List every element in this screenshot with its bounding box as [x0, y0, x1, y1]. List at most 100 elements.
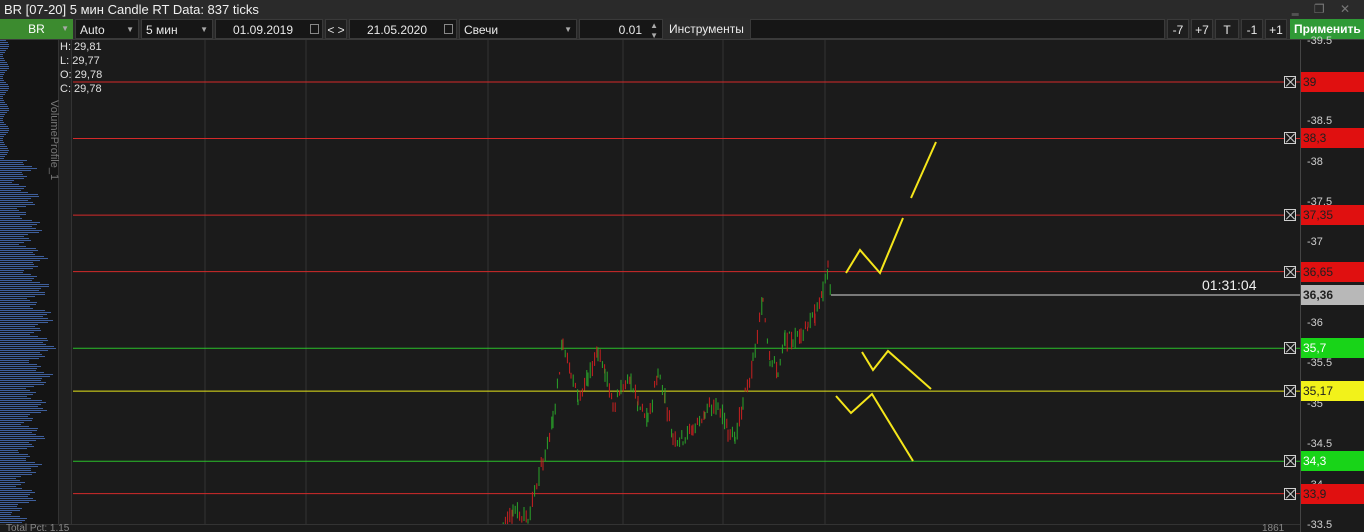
volume-profile-bar — [0, 494, 30, 495]
volume-profile-bar — [0, 326, 35, 327]
volume-profile-bar — [0, 376, 51, 377]
volume-profile-bar — [0, 158, 4, 159]
volume-profile-bar — [0, 360, 30, 361]
step-spinner[interactable]: 0.01 ▲ ▼ — [579, 19, 663, 40]
volume-profile-bar — [0, 48, 9, 49]
volume-profile-bar — [0, 140, 4, 141]
date-from-field[interactable]: 01.09.2019 — [215, 19, 323, 39]
volume-profile-bar — [0, 160, 28, 161]
title-bar: BR [07-20] 5 мин Candle RT Data: 837 tic… — [0, 0, 1364, 18]
volume-profile-bar — [0, 170, 31, 171]
volume-profile-bar — [0, 450, 18, 451]
instruments-field[interactable] — [750, 19, 1165, 39]
volume-profile-bar — [0, 348, 56, 349]
chart-type-dropdown[interactable]: Свечи ▼ — [459, 19, 577, 39]
window-title: BR [07-20] 5 мин Candle RT Data: 837 tic… — [4, 2, 259, 17]
volume-profile-bar — [0, 396, 28, 397]
level-price-badge[interactable]: 35,7 — [1301, 338, 1364, 359]
close-icon[interactable] — [1284, 209, 1296, 222]
shift-plus1-label: +1 — [1269, 23, 1283, 37]
volume-profile-bar — [0, 462, 35, 463]
instruments-button[interactable]: Инструменты — [665, 19, 750, 39]
level-price-badge[interactable]: 34,3 — [1301, 451, 1364, 472]
volume-profile-bar — [0, 258, 48, 259]
close-icon[interactable] — [1284, 385, 1296, 398]
calendar-icon[interactable] — [444, 24, 453, 34]
volume-profile-bar — [0, 98, 4, 99]
volume-profile-bar — [0, 342, 44, 343]
volume-profile-bar — [0, 70, 8, 71]
volume-profile-bar — [0, 270, 24, 271]
volume-profile-bar — [0, 250, 38, 251]
chevron-down-icon: ▼ — [61, 24, 69, 33]
scenario-drawing — [861, 349, 932, 390]
volume-profile-bar — [0, 486, 17, 487]
level-price-badge[interactable]: 38,3 — [1301, 128, 1364, 149]
date-to-field[interactable]: 21.05.2020 — [349, 19, 457, 39]
volume-profile-bar — [0, 460, 26, 461]
chart-type-value: Свечи — [464, 23, 499, 37]
volume-profile-bar — [0, 370, 36, 371]
close-icon[interactable] — [1284, 342, 1296, 355]
volume-profile-bar — [0, 286, 49, 287]
shift-minus1-button[interactable]: -1 — [1241, 19, 1263, 39]
volume-profile-bar — [0, 118, 4, 119]
volume-profile-bar — [0, 244, 20, 245]
volume-profile-bar — [0, 488, 22, 489]
volume-profile-bar — [0, 144, 6, 145]
close-icon[interactable] — [1284, 265, 1296, 278]
volume-profile-bar — [0, 298, 28, 299]
close-icon[interactable] — [1284, 132, 1296, 145]
volume-profile-bar — [0, 464, 43, 465]
window-controls[interactable]: ‗ ❐ ✕ — [1292, 2, 1356, 16]
volume-profile-bar — [0, 334, 31, 335]
volume-profile-bar — [0, 212, 26, 213]
price-axis[interactable]: -39.5-38.5-38-37.5-37-36-35.5-35-34.5-34… — [1300, 35, 1364, 532]
calendar-icon[interactable] — [310, 24, 319, 34]
volume-profile-bar — [0, 114, 6, 115]
level-price-badge[interactable]: 37,35 — [1301, 205, 1364, 226]
volume-profile-bar — [0, 166, 33, 167]
volume-profile-bar — [0, 248, 36, 249]
volume-profile-bar — [0, 410, 48, 411]
timeframe-dropdown[interactable]: 5 мин ▼ — [141, 19, 213, 39]
volume-profile-bar — [0, 50, 7, 51]
level-price-badge[interactable]: 39 — [1301, 72, 1364, 92]
volume-profile-bar — [0, 196, 39, 197]
profile-separator[interactable] — [58, 40, 72, 532]
close-icon[interactable] — [1284, 76, 1296, 88]
volume-profile-bar — [0, 452, 20, 453]
volume-profile-bar — [0, 344, 46, 345]
volume-profile-bar — [0, 188, 24, 189]
price-chart[interactable] — [73, 40, 1300, 527]
volume-profile-bar — [0, 186, 26, 187]
chart-canvas[interactable] — [73, 40, 1300, 527]
price-tick-label: -36 — [1307, 317, 1323, 330]
volume-profile-bar — [0, 518, 28, 519]
volume-profile-bar — [0, 400, 43, 401]
scale-mode-dropdown[interactable]: Auto ▼ — [75, 19, 139, 39]
volume-profile-bar — [0, 434, 36, 435]
volume-profile-bar — [0, 150, 9, 151]
level-price-badge[interactable]: 35,17 — [1301, 381, 1364, 402]
close-icon[interactable] — [1284, 455, 1296, 468]
volume-profile-bar — [0, 374, 53, 375]
today-button[interactable]: T — [1215, 19, 1239, 39]
volume-profile-bar — [0, 440, 36, 441]
volume-profile-bar — [0, 46, 9, 47]
shift-minus7-button[interactable]: -7 — [1167, 19, 1189, 39]
shift-plus1-button[interactable]: +1 — [1265, 19, 1287, 39]
close-icon[interactable] — [1284, 487, 1296, 500]
level-price-badge[interactable]: 33,9 — [1301, 483, 1364, 504]
volume-profile-bar — [0, 372, 45, 373]
volume-profile-bar — [0, 506, 18, 507]
date-nav-button[interactable]: < > — [325, 19, 347, 39]
level-price-badge[interactable]: 36,65 — [1301, 261, 1364, 282]
volume-profile-bar — [0, 100, 4, 101]
volume-profile-bar — [0, 112, 8, 113]
volume-profile-bar — [0, 68, 9, 69]
symbol-selector[interactable]: BR ▼ — [0, 19, 73, 39]
volume-profile-bar — [0, 458, 26, 459]
shift-plus7-button[interactable]: +7 — [1191, 19, 1213, 39]
volume-profile-bar — [0, 310, 45, 311]
